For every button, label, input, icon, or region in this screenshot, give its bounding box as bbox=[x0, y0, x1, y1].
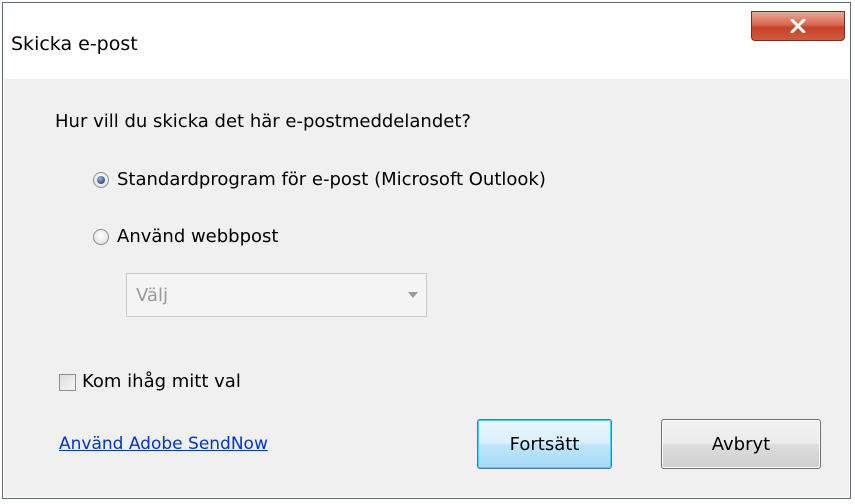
dialog-window: Skicka e-post Hur vill du skicka det här… bbox=[2, 2, 851, 499]
webmail-select-value: Välj bbox=[136, 284, 168, 306]
radio-default-mail-program[interactable]: Standardprogram för e-post (Microsoft Ou… bbox=[93, 167, 546, 193]
title-bar[interactable]: Skicka e-post bbox=[3, 3, 850, 79]
radio-label-webmail: Använd webbpost bbox=[117, 226, 279, 247]
adobe-sendnow-link[interactable]: Använd Adobe SendNow bbox=[59, 431, 268, 457]
window-title: Skicka e-post bbox=[11, 33, 138, 55]
chevron-down-icon[interactable] bbox=[400, 274, 426, 316]
close-icon bbox=[790, 19, 806, 33]
dialog-body: Hur vill du skicka det här e-postmeddela… bbox=[13, 79, 841, 476]
radio-button-checked[interactable] bbox=[93, 172, 109, 188]
remember-choice-label: Kom ihåg mitt val bbox=[82, 371, 241, 392]
radio-button-unchecked[interactable] bbox=[93, 229, 109, 245]
remember-choice-checkbox[interactable] bbox=[59, 373, 76, 391]
remember-choice-checkbox-row[interactable]: Kom ihåg mitt val bbox=[59, 369, 241, 395]
webmail-select[interactable]: Välj bbox=[126, 273, 427, 317]
radio-label-default-mail-program: Standardprogram för e-post (Microsoft Ou… bbox=[117, 169, 546, 190]
radio-webmail[interactable]: Använd webbpost bbox=[93, 224, 278, 250]
prompt-text: Hur vill du skicka det här e-postmeddela… bbox=[55, 111, 471, 132]
close-button[interactable] bbox=[751, 11, 845, 41]
continue-button[interactable]: Fortsätt bbox=[477, 419, 612, 469]
cancel-button[interactable]: Avbryt bbox=[661, 419, 821, 469]
